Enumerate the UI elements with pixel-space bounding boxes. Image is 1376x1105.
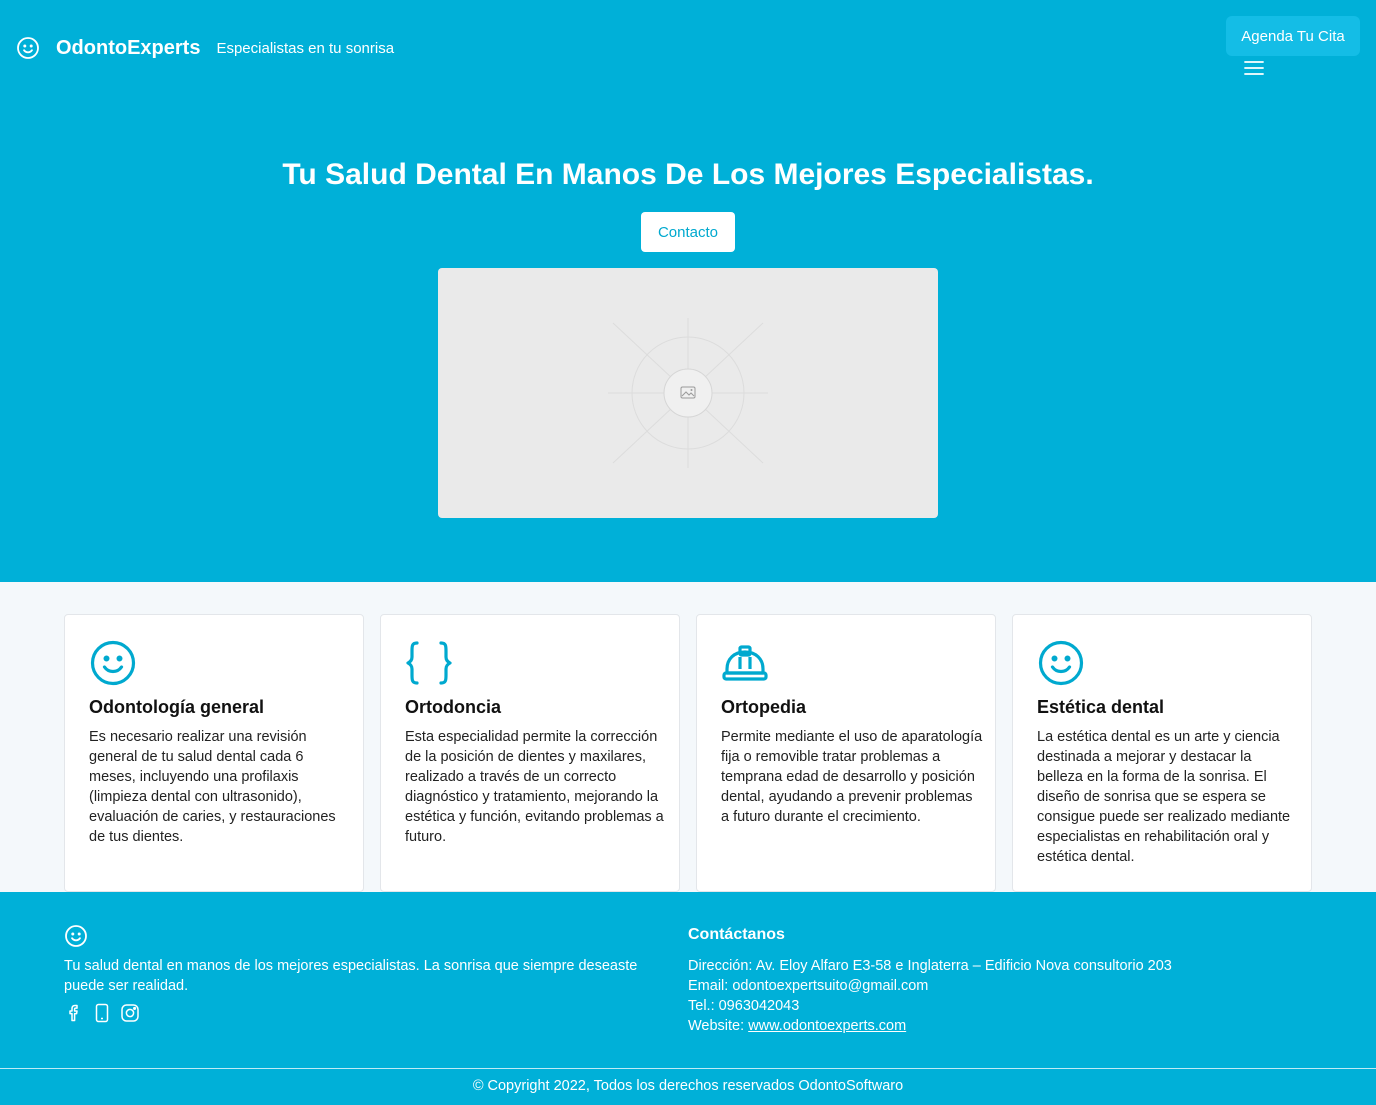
smile-icon xyxy=(65,925,87,947)
service-card-general: Odontología general Es necesario realiza… xyxy=(64,614,364,892)
instagram-icon[interactable] xyxy=(120,1003,140,1023)
service-card-orthopedics: Ortopedia Permite mediante el uso de apa… xyxy=(696,614,996,892)
phone-icon[interactable] xyxy=(92,1003,112,1023)
social-links xyxy=(64,1003,148,1023)
smile-icon xyxy=(90,640,136,686)
service-description: La estética dental es un arte y ciencia … xyxy=(1037,729,1291,865)
footer-about: Tu salud dental en manos de los mejores … xyxy=(64,958,638,994)
contact-email: Email: odontoexpertsuito@gmail.com xyxy=(688,978,929,994)
brand[interactable]: OdontoExperts Especialistas en tu sonris… xyxy=(16,34,394,62)
footer: Tu salud dental en manos de los mejores … xyxy=(0,892,1376,1105)
service-description: Es necesario realizar una revisión gener… xyxy=(89,729,336,845)
service-card-orthodontics: Ortodoncia Esta especialidad permite la … xyxy=(380,614,680,892)
helmet-icon xyxy=(722,645,768,681)
footer-divider xyxy=(0,1068,1376,1069)
website-link[interactable]: www.odontoexperts.com xyxy=(748,1018,906,1034)
service-card-aesthetics: Estética dental La estética dental es un… xyxy=(1012,614,1312,892)
service-title: Ortopedia xyxy=(721,697,807,717)
braces-icon xyxy=(406,641,452,685)
hero-title: Tu Salud Dental En Manos De Los Mejores … xyxy=(282,158,1094,191)
contact-details: Dirección: Av. Eloy Alfaro E3-58 e Ingla… xyxy=(688,956,1172,1036)
hero-section: OdontoExperts Especialistas en tu sonris… xyxy=(0,0,1376,582)
contact-heading: Contáctanos xyxy=(688,926,785,943)
contact-phone: Tel.: 0963042043 xyxy=(688,998,800,1014)
services-grid: Odontología general Es necesario realiza… xyxy=(64,614,1312,892)
brand-name: OdontoExperts xyxy=(56,36,201,59)
service-description: Esta especialidad permite la corrección … xyxy=(405,729,664,845)
smile-icon xyxy=(1038,640,1084,686)
website-prefix: Website: xyxy=(688,1018,749,1034)
service-title: Ortodoncia xyxy=(405,697,502,717)
facebook-icon[interactable] xyxy=(64,1003,84,1023)
service-description: Permite mediante el uso de aparatología … xyxy=(721,729,983,825)
schedule-appointment-button[interactable]: Agenda Tu Cita xyxy=(1226,16,1360,56)
service-title: Odontología general xyxy=(89,697,265,717)
service-title: Estética dental xyxy=(1037,697,1165,717)
contact-website-row: Website: www.odontoexperts.com xyxy=(688,1016,1172,1036)
hero-image xyxy=(438,268,938,518)
hamburger-menu-icon[interactable] xyxy=(1242,58,1266,78)
image-placeholder-icon xyxy=(608,318,768,468)
copyright: © Copyright 2022, Todos los derechos res… xyxy=(472,1078,904,1094)
brand-tagline: Especialistas en tu sonrisa xyxy=(216,39,395,57)
contact-address: Dirección: Av. Eloy Alfaro E3-58 e Ingla… xyxy=(688,958,1172,974)
smile-icon xyxy=(17,37,39,59)
contact-button[interactable]: Contacto xyxy=(641,212,735,252)
